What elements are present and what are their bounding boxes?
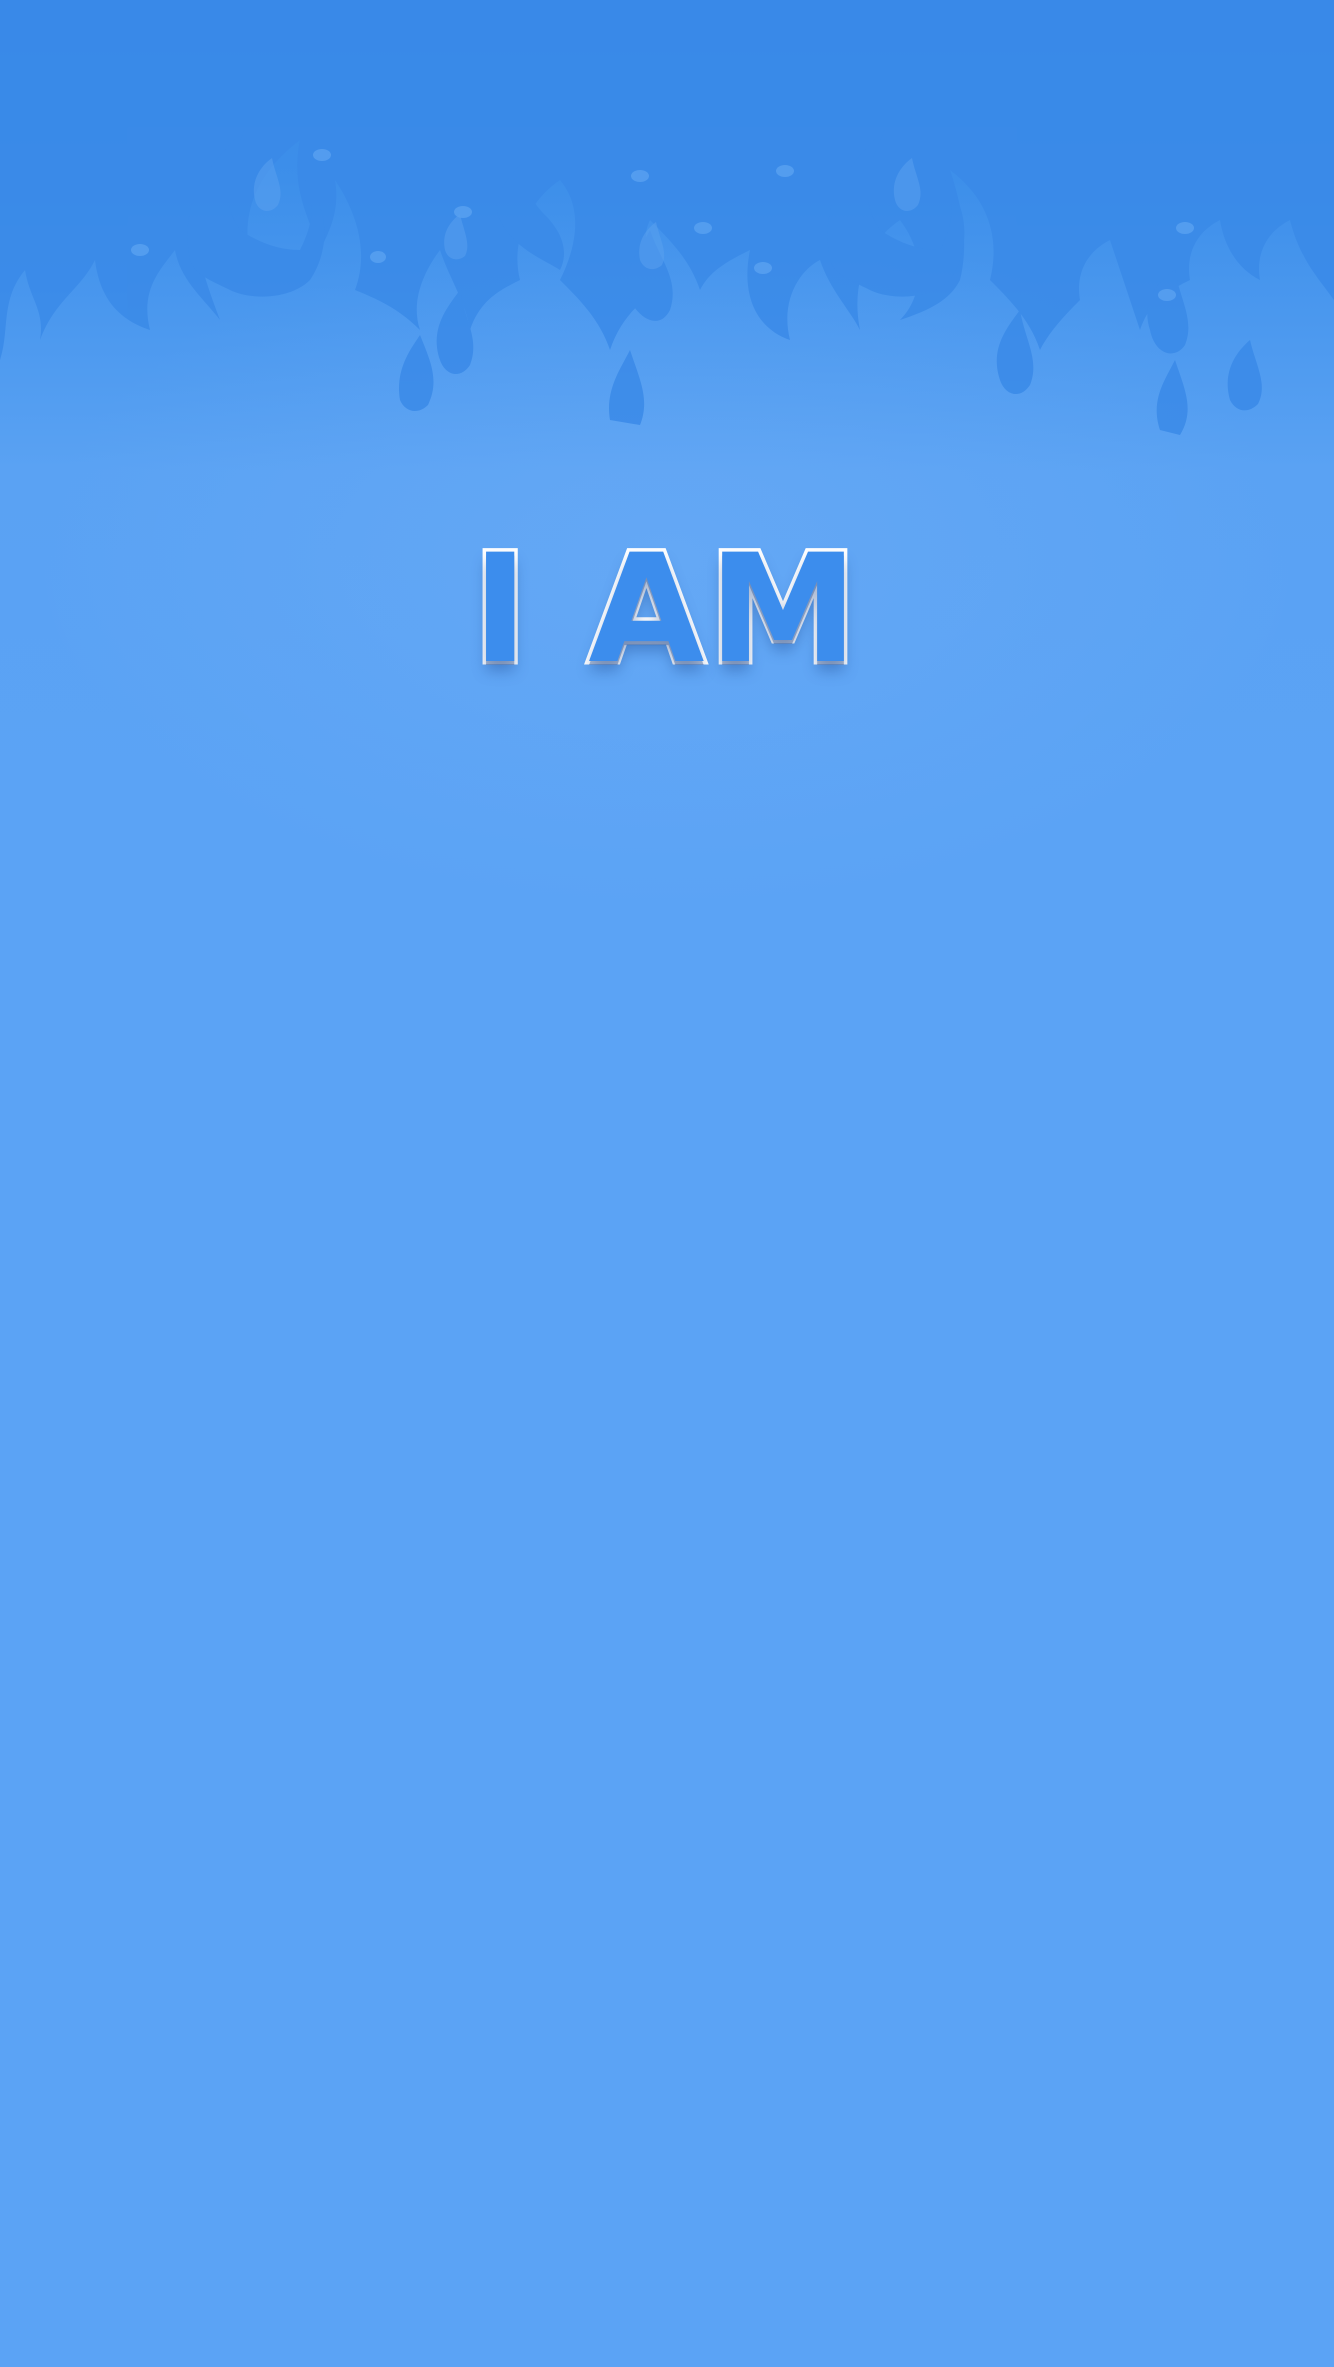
game-title: I AM: [469, 520, 862, 701]
flames-icon: [0, 0, 1334, 435]
game-screen: I AM: [0, 0, 1334, 2367]
